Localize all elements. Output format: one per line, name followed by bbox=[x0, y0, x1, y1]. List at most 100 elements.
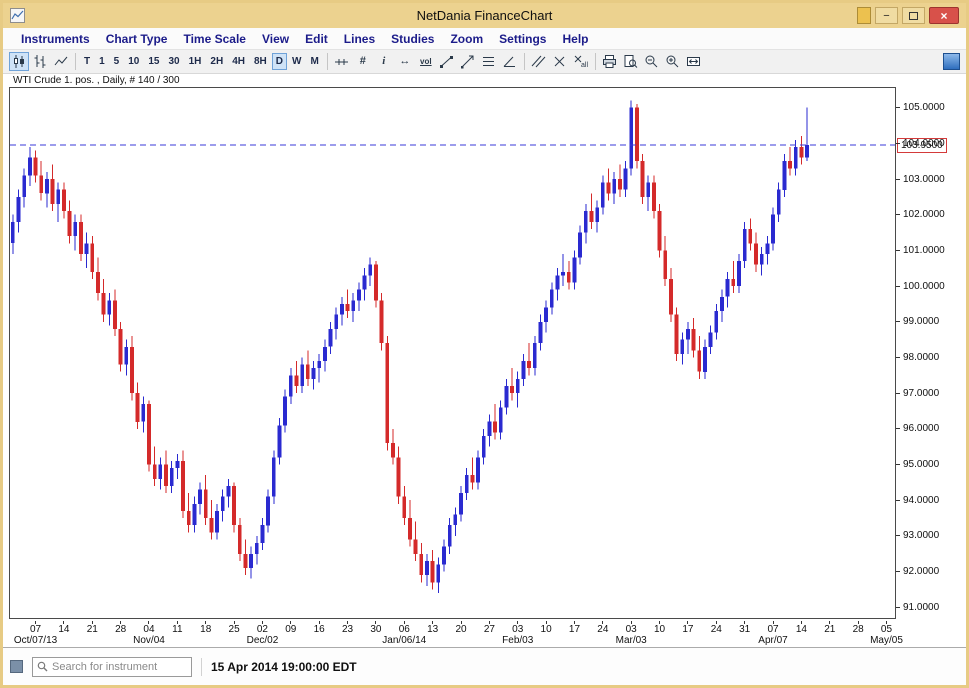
menu-lines[interactable]: Lines bbox=[336, 32, 383, 46]
price-axis[interactable]: 103.9500 91.000092.000093.000094.000095.… bbox=[896, 87, 965, 621]
price-tick-mark bbox=[896, 535, 900, 536]
trendline-icon[interactable] bbox=[437, 52, 457, 71]
menu-studies[interactable]: Studies bbox=[383, 32, 442, 46]
timeframe-t-button[interactable]: T bbox=[80, 53, 94, 70]
date-tick-label: 07 bbox=[767, 624, 778, 635]
info-icon[interactable]: i bbox=[374, 52, 394, 71]
title-bar: NetDania FinanceChart − × bbox=[3, 3, 966, 28]
chart-plot-area[interactable] bbox=[9, 87, 896, 619]
month-label: Oct/07/13 bbox=[14, 635, 57, 646]
timeframe-30-button[interactable]: 30 bbox=[164, 53, 183, 70]
date-tick-label: 30 bbox=[370, 624, 381, 635]
price-tick-label: 96.0000 bbox=[903, 423, 939, 434]
volume-icon[interactable]: vol bbox=[416, 52, 436, 71]
price-tick-label: 95.0000 bbox=[903, 459, 939, 470]
close-button[interactable]: × bbox=[929, 7, 959, 24]
timeframe-4h-button[interactable]: 4H bbox=[228, 53, 249, 70]
tools-group: #i↔vol all bbox=[332, 52, 704, 71]
price-tick-mark bbox=[896, 428, 900, 429]
month-label: Dec/02 bbox=[247, 635, 279, 646]
month-label: Mar/03 bbox=[616, 635, 647, 646]
search-input[interactable] bbox=[52, 661, 187, 673]
parallel-channel-icon[interactable] bbox=[529, 52, 549, 71]
maximize-button[interactable] bbox=[902, 7, 925, 24]
timeframe-15-button[interactable]: 15 bbox=[144, 53, 163, 70]
minimize-button[interactable]: − bbox=[875, 7, 898, 24]
price-tick-label: 105.0000 bbox=[903, 102, 945, 113]
date-tick-label: 07 bbox=[30, 624, 41, 635]
instrument-list-icon[interactable] bbox=[943, 53, 960, 70]
date-axis[interactable]: 07Oct/07/1314212804Nov/0411182502Dec/020… bbox=[3, 621, 966, 647]
ohlc-bar-chart-icon[interactable] bbox=[30, 52, 50, 71]
price-tick-mark bbox=[896, 464, 900, 465]
toolbar-separator bbox=[524, 53, 525, 70]
print-preview-icon[interactable] bbox=[621, 52, 641, 71]
delete-drawing-icon[interactable] bbox=[550, 52, 570, 71]
search-box bbox=[32, 657, 192, 677]
timeframe-10-button[interactable]: 10 bbox=[124, 53, 143, 70]
chart-row: 103.9500 91.000092.000093.000094.000095.… bbox=[3, 87, 966, 621]
timeframe-8h-button[interactable]: 8H bbox=[250, 53, 271, 70]
timeframe-1-button[interactable]: 1 bbox=[95, 53, 109, 70]
date-tick-label: 21 bbox=[87, 624, 98, 635]
price-tick-label: 99.0000 bbox=[903, 316, 939, 327]
timeframe-d-button[interactable]: D bbox=[272, 53, 287, 70]
menu-view[interactable]: View bbox=[254, 32, 297, 46]
price-tick-label: 94.0000 bbox=[903, 495, 939, 506]
price-tick-label: 101.0000 bbox=[903, 245, 945, 256]
date-tick-label: 17 bbox=[569, 624, 580, 635]
grid-icon[interactable]: # bbox=[353, 52, 373, 71]
price-tick-mark bbox=[896, 286, 900, 287]
crosshair-icon[interactable] bbox=[332, 52, 352, 71]
zoom-out-icon[interactable] bbox=[642, 52, 662, 71]
date-tick-label: 31 bbox=[739, 624, 750, 635]
zoom-reset-icon[interactable] bbox=[684, 52, 704, 71]
ray-line-icon[interactable] bbox=[458, 52, 478, 71]
price-tick-mark bbox=[896, 143, 900, 144]
price-tick-label: 97.0000 bbox=[903, 388, 939, 399]
date-tick-label: 24 bbox=[711, 624, 722, 635]
menu-chart-type[interactable]: Chart Type bbox=[98, 32, 176, 46]
search-icon bbox=[37, 661, 48, 672]
date-tick-label: 06 bbox=[399, 624, 410, 635]
fib-lines-icon[interactable] bbox=[479, 52, 499, 71]
timeframe-5-button[interactable]: 5 bbox=[110, 53, 124, 70]
zoom-in-icon[interactable] bbox=[663, 52, 683, 71]
menu-settings[interactable]: Settings bbox=[491, 32, 554, 46]
menu-zoom[interactable]: Zoom bbox=[442, 32, 491, 46]
window-controls: − × bbox=[857, 7, 959, 24]
month-label: Apr/07 bbox=[758, 635, 787, 646]
line-chart-icon[interactable] bbox=[51, 52, 71, 71]
menu-time-scale[interactable]: Time Scale bbox=[175, 32, 253, 46]
instrument-link-icon[interactable] bbox=[10, 660, 23, 673]
price-tick-mark bbox=[896, 179, 900, 180]
date-tick-label: 23 bbox=[342, 624, 353, 635]
on-top-button[interactable] bbox=[857, 7, 871, 24]
month-label: May/05 bbox=[870, 635, 903, 646]
print-icon[interactable] bbox=[600, 52, 620, 71]
scroll-arrows-icon[interactable]: ↔ bbox=[395, 52, 415, 71]
price-tick-label: 104.0000 bbox=[903, 138, 945, 149]
toolbar-separator bbox=[75, 53, 76, 70]
timeframe-w-button[interactable]: W bbox=[288, 53, 305, 70]
angle-line-icon[interactable] bbox=[500, 52, 520, 71]
timeframe-1h-button[interactable]: 1H bbox=[185, 53, 206, 70]
menu-instruments[interactable]: Instruments bbox=[13, 32, 98, 46]
last-update-timestamp: 15 Apr 2014 19:00:00 EDT bbox=[211, 660, 357, 674]
candlestick-chart-icon[interactable] bbox=[9, 52, 29, 71]
menu-help[interactable]: Help bbox=[554, 32, 596, 46]
price-tick-mark bbox=[896, 357, 900, 358]
app-window: NetDania FinanceChart − × InstrumentsCha… bbox=[0, 0, 969, 688]
svg-text:all: all bbox=[581, 62, 588, 69]
date-tick-label: 11 bbox=[172, 624, 182, 635]
timeframe-2h-button[interactable]: 2H bbox=[206, 53, 227, 70]
date-tick-label: 14 bbox=[58, 624, 69, 635]
price-tick-mark bbox=[896, 500, 900, 501]
date-tick-label: 28 bbox=[115, 624, 126, 635]
menu-edit[interactable]: Edit bbox=[297, 32, 336, 46]
delete-all-drawings-icon[interactable]: all bbox=[571, 52, 591, 71]
month-label: Nov/04 bbox=[133, 635, 165, 646]
price-tick-label: 103.0000 bbox=[903, 174, 945, 185]
timeframe-m-button[interactable]: M bbox=[306, 53, 322, 70]
date-tick-label: 10 bbox=[654, 624, 665, 635]
